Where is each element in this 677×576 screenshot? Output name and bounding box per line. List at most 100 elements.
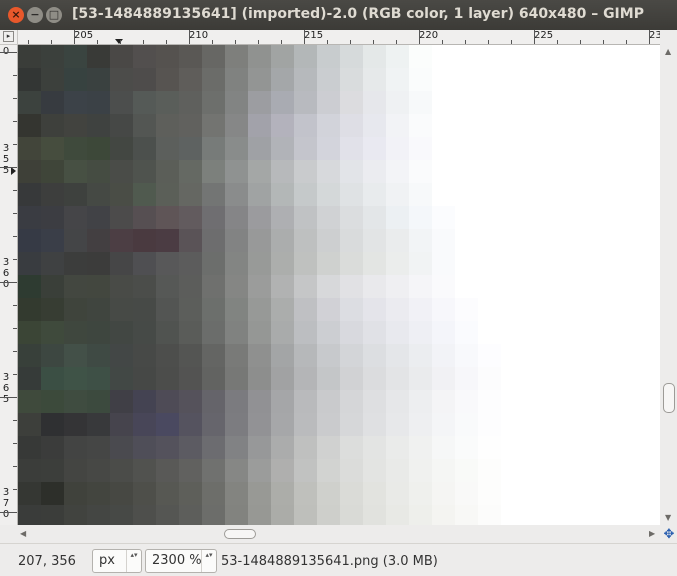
ruler-tick (0, 512, 17, 513)
image-pixel (501, 367, 524, 390)
image-pixel (248, 160, 271, 183)
image-pixel (639, 206, 660, 229)
image-pixel (616, 390, 639, 413)
image-pixel (432, 114, 455, 137)
image-pixel (386, 137, 409, 160)
image-pixel (616, 91, 639, 114)
vertical-scroll-thumb[interactable] (663, 383, 675, 413)
scroll-down-icon[interactable]: ▼ (665, 513, 671, 522)
image-pixel (570, 367, 593, 390)
image-pixel (248, 436, 271, 459)
image-pixel (478, 183, 501, 206)
image-pixel (41, 160, 64, 183)
image-pixel (64, 137, 87, 160)
ruler-tick (13, 420, 17, 421)
image-pixel (455, 229, 478, 252)
image-pixel (593, 229, 616, 252)
image-pixel (340, 183, 363, 206)
ruler-label: 6 (2, 383, 10, 394)
pointer-position-marker (11, 167, 16, 175)
horizontal-scrollbar[interactable]: ◀ ▶ (18, 526, 661, 542)
image-pixel (18, 459, 41, 482)
image-pixel (639, 367, 660, 390)
image-pixel (156, 367, 179, 390)
unit-select[interactable]: px ▴▾ (92, 549, 142, 573)
image-pixel (478, 344, 501, 367)
ruler-tick (13, 305, 17, 306)
image-pixel (87, 45, 110, 68)
vertical-scrollbar[interactable]: ▲ ▼ (661, 45, 677, 525)
scroll-left-icon[interactable]: ◀ (20, 529, 26, 538)
image-pixel (478, 275, 501, 298)
zoom-select[interactable]: 2300 % ▴▾ (145, 549, 217, 573)
image-canvas[interactable] (18, 45, 660, 525)
image-pixel (248, 114, 271, 137)
image-pixel (455, 413, 478, 436)
ruler-tick (13, 259, 17, 260)
image-pixel (593, 68, 616, 91)
vertical-ruler[interactable]: 3 5 5 3 6 0 3 6 5 3 7 0 0 (0, 45, 18, 525)
minimize-window-button[interactable]: − (27, 7, 43, 23)
image-pixel (271, 436, 294, 459)
image-pixel (225, 459, 248, 482)
image-pixel (225, 275, 248, 298)
image-pixel (41, 45, 64, 68)
image-pixel (248, 459, 271, 482)
image-pixel (455, 436, 478, 459)
image-pixel (524, 275, 547, 298)
image-pixel (524, 298, 547, 321)
image-pixel (409, 275, 432, 298)
image-pixel (639, 91, 660, 114)
ruler-tick (13, 75, 17, 76)
image-pixel (363, 505, 386, 525)
image-pixel (524, 459, 547, 482)
horizontal-ruler[interactable]: 205 210 215 220 225 23 (18, 30, 660, 45)
image-pixel (64, 91, 87, 114)
navigate-icon[interactable]: ✥ (662, 528, 676, 542)
scroll-up-icon[interactable]: ▲ (665, 47, 671, 56)
image-pixel (593, 45, 616, 68)
image-pixel (455, 367, 478, 390)
image-pixel (64, 413, 87, 436)
image-pixel (41, 229, 64, 252)
ruler-tick (235, 40, 236, 44)
scroll-right-icon[interactable]: ▶ (649, 529, 655, 538)
image-pixel (386, 505, 409, 525)
image-pixel (478, 229, 501, 252)
pointer-position-marker (115, 39, 123, 44)
image-pixel (616, 183, 639, 206)
image-pixel (156, 252, 179, 275)
image-pixel (386, 252, 409, 275)
image-pixel (455, 482, 478, 505)
image-pixel (317, 114, 340, 137)
image-pixel (202, 160, 225, 183)
image-pixel (294, 413, 317, 436)
image-pixel (363, 459, 386, 482)
image-pixel (18, 206, 41, 229)
image-pixel (18, 183, 41, 206)
image-pixel (340, 505, 363, 525)
quick-mask-corner[interactable]: ▸ (0, 30, 18, 45)
maximize-window-button[interactable]: □ (46, 7, 62, 23)
image-pixel (110, 45, 133, 68)
image-pixel (271, 160, 294, 183)
image-pixel (524, 344, 547, 367)
image-pixel (409, 413, 432, 436)
gimp-window: × − □ [53-1484889135641] (imported)-2.0 … (0, 0, 677, 576)
ruler-tick (13, 489, 17, 490)
image-pixel (363, 183, 386, 206)
image-pixel (570, 91, 593, 114)
image-pixel (593, 344, 616, 367)
close-window-button[interactable]: × (8, 7, 24, 23)
image-pixel (593, 275, 616, 298)
image-pixel (639, 275, 660, 298)
image-pixel (616, 252, 639, 275)
image-pixel (110, 68, 133, 91)
image-pixel (110, 252, 133, 275)
image-pixel (294, 91, 317, 114)
image-pixel (501, 183, 524, 206)
image-pixel (271, 229, 294, 252)
image-pixel (156, 68, 179, 91)
zoom-value: 2300 % (152, 553, 202, 568)
horizontal-scroll-thumb[interactable] (224, 529, 256, 539)
